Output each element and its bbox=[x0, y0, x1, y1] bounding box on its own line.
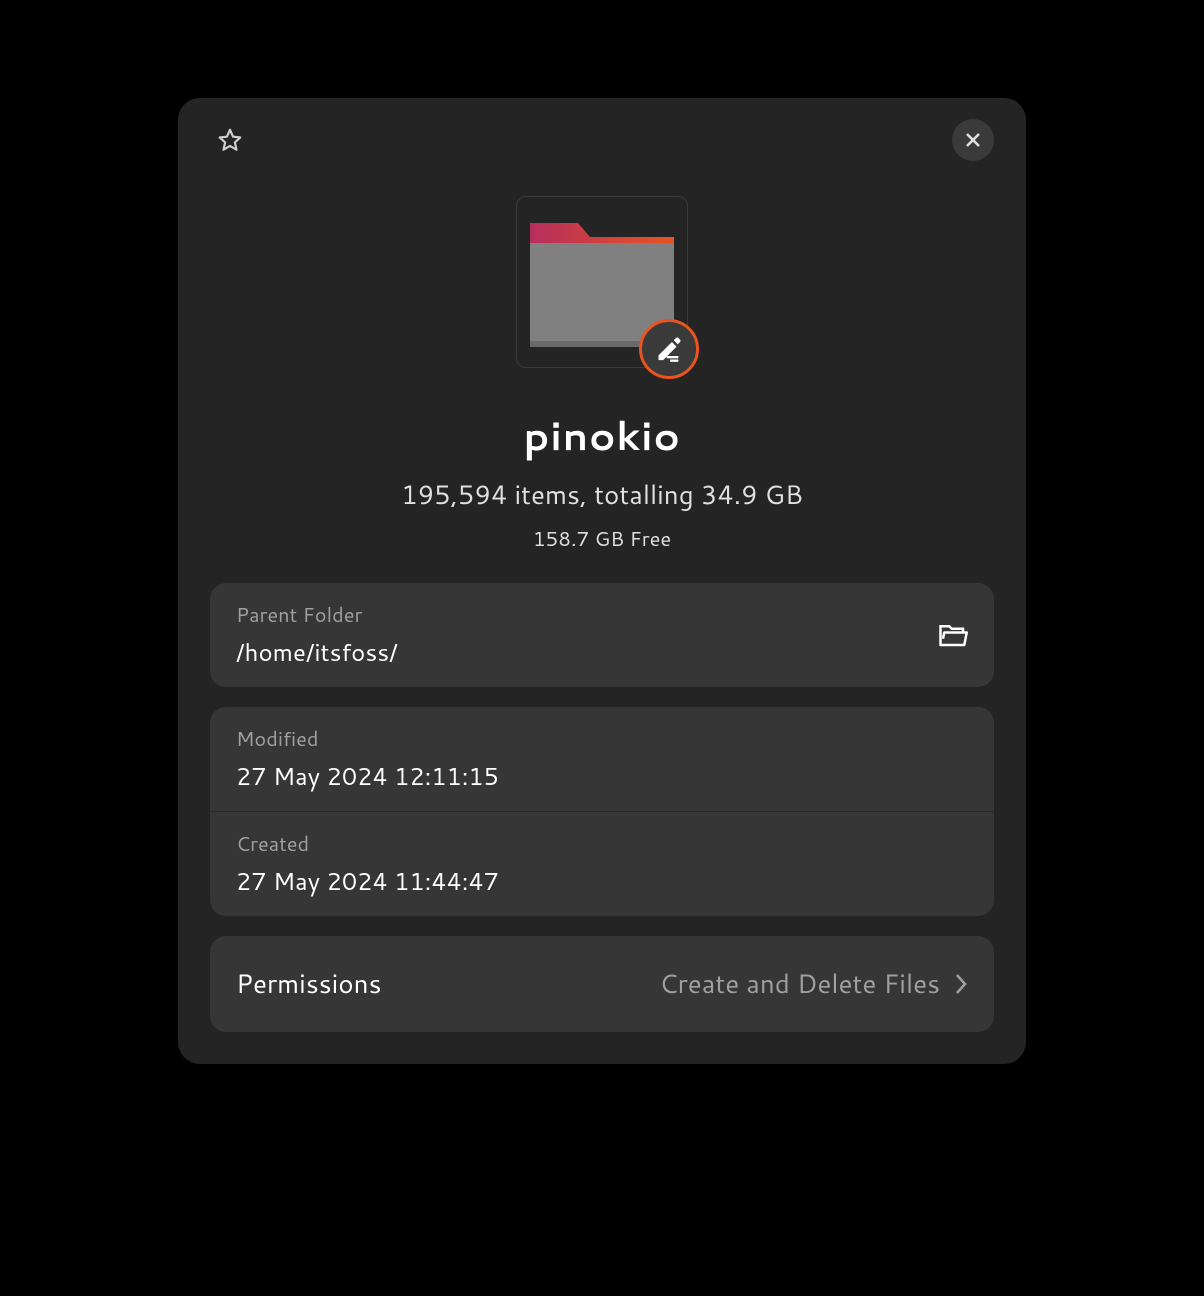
folder-name: pinokio bbox=[210, 406, 994, 463]
permissions-row[interactable]: Permissions Create and Delete Files bbox=[210, 936, 994, 1032]
edit-icon-button[interactable] bbox=[639, 319, 699, 379]
star-icon bbox=[217, 127, 243, 153]
folder-icon-area bbox=[210, 196, 994, 368]
created-label: Created bbox=[236, 830, 499, 858]
star-button[interactable] bbox=[210, 120, 250, 160]
folder-summary: 195,594 items, totalling 34.9 GB bbox=[210, 477, 994, 513]
modified-row: Modified 27 May 2024 12:11:15 bbox=[210, 707, 994, 811]
open-folder-icon bbox=[938, 620, 968, 650]
created-row: Created 27 May 2024 11:44:47 bbox=[210, 812, 994, 916]
close-icon bbox=[964, 131, 982, 149]
permissions-label: Permissions bbox=[236, 966, 381, 1002]
folder-icon-frame[interactable] bbox=[516, 196, 688, 368]
modified-label: Modified bbox=[236, 725, 499, 753]
parent-folder-path: /home/itsfoss/ bbox=[236, 635, 398, 669]
created-value: 27 May 2024 11:44:47 bbox=[236, 864, 499, 898]
pencil-icon bbox=[655, 335, 683, 363]
parent-folder-label: Parent Folder bbox=[236, 601, 398, 629]
permissions-value: Create and Delete Files bbox=[659, 966, 940, 1002]
chevron-right-icon bbox=[954, 972, 968, 996]
timestamps-group: Modified 27 May 2024 12:11:15 Created 27… bbox=[210, 707, 994, 916]
free-space-text: 158.7 GB Free bbox=[210, 525, 994, 553]
close-button[interactable] bbox=[952, 119, 994, 161]
parent-folder-row[interactable]: Parent Folder /home/itsfoss/ bbox=[210, 583, 994, 687]
properties-dialog: pinokio 195,594 items, totalling 34.9 GB… bbox=[178, 98, 1026, 1064]
dialog-header bbox=[210, 118, 994, 162]
properties-list: Parent Folder /home/itsfoss/ Modified 27… bbox=[210, 583, 994, 1032]
modified-value: 27 May 2024 12:11:15 bbox=[236, 759, 499, 793]
